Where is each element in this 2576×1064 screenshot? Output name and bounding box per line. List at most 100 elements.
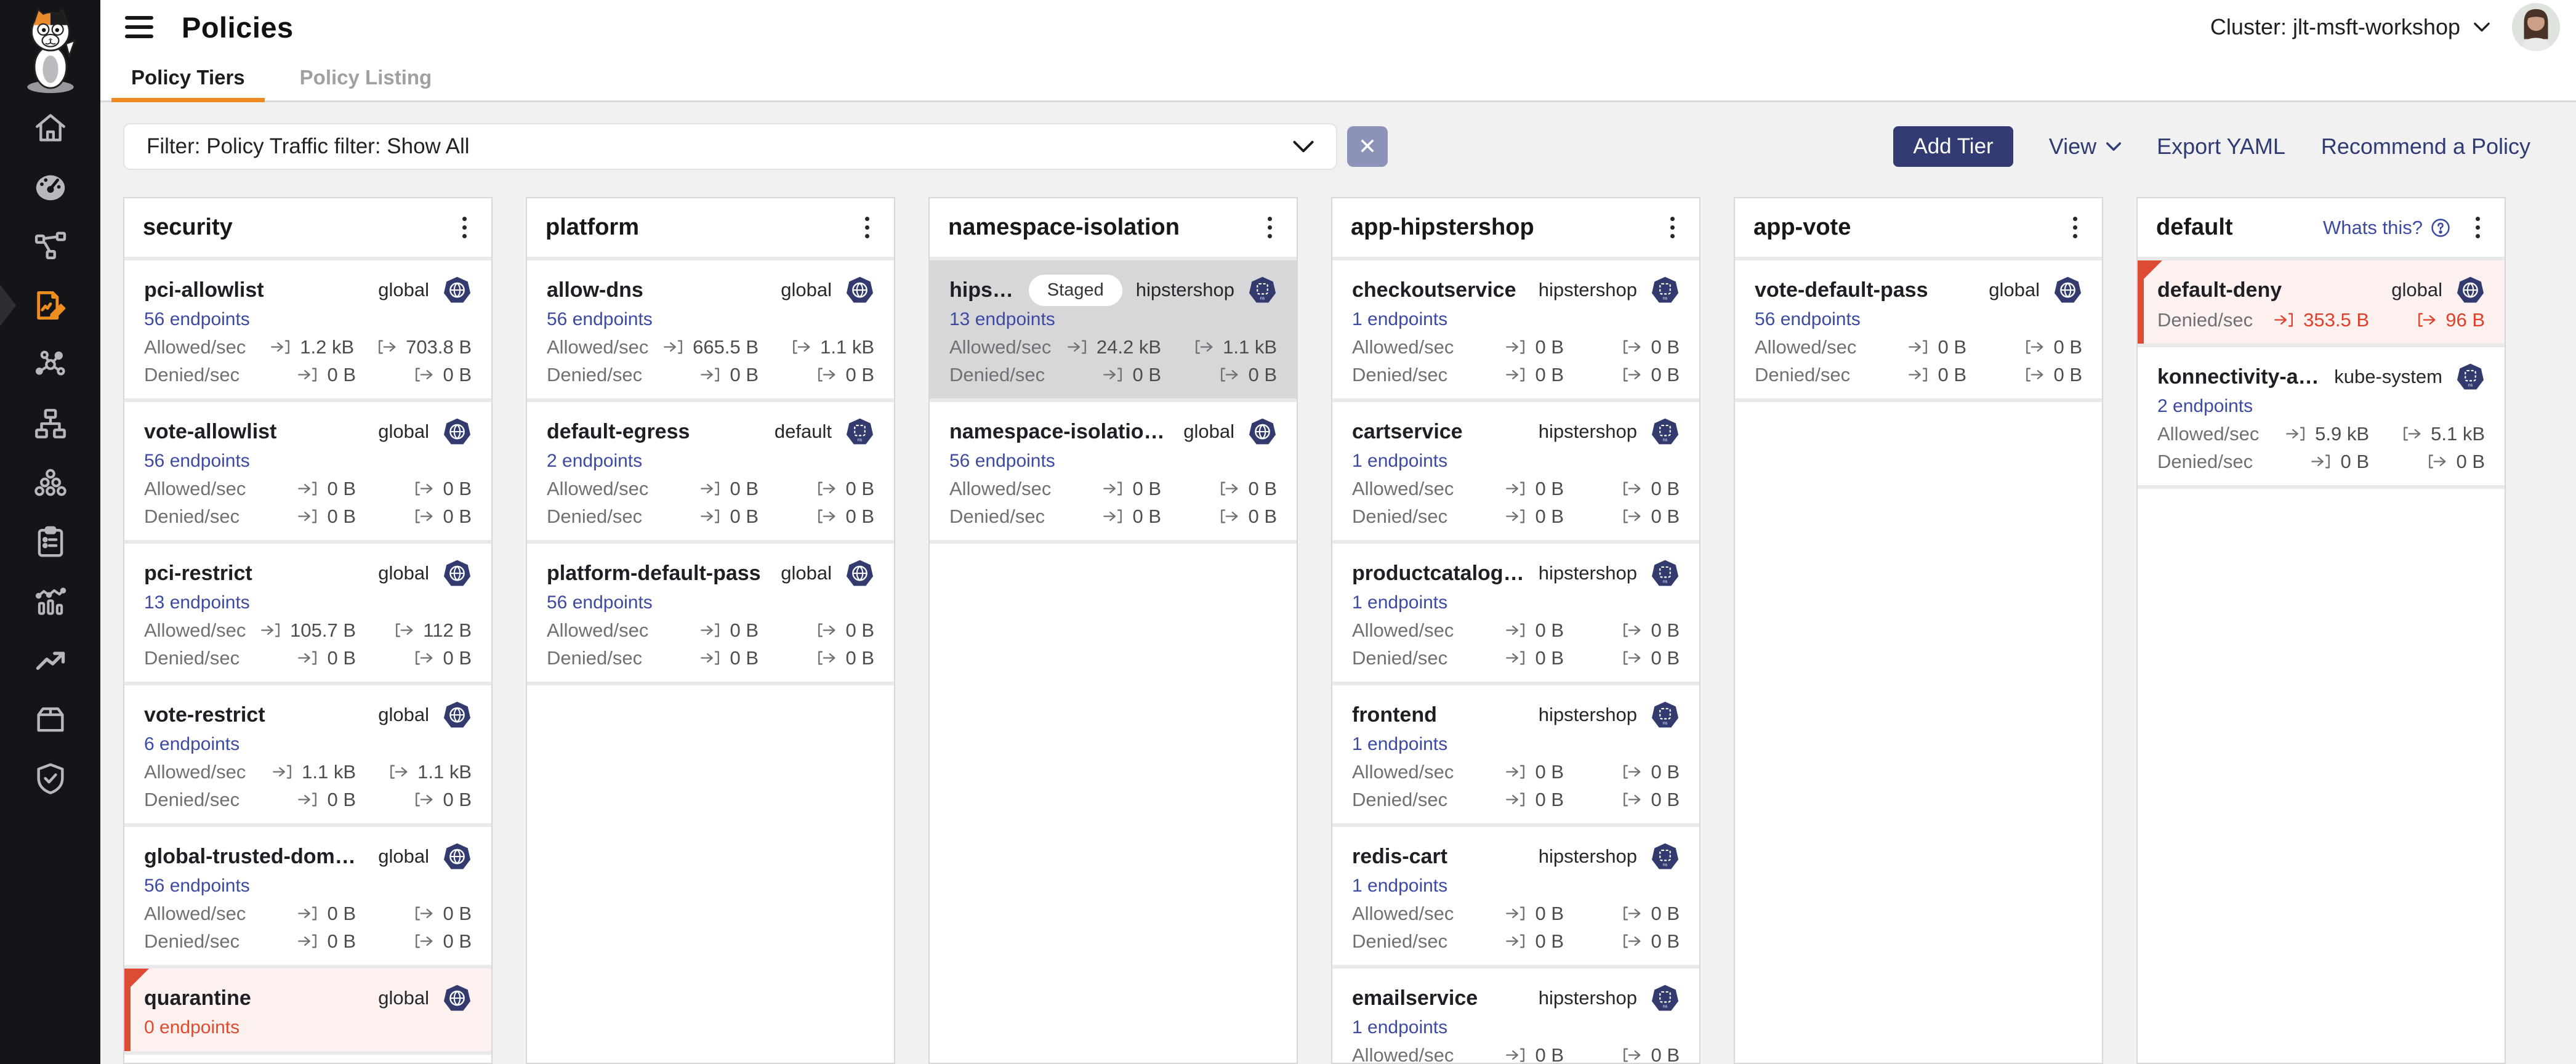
image-assurance-icon[interactable] [0, 690, 100, 749]
endpoints-link[interactable]: 0 endpoints [144, 1014, 472, 1041]
toolbar: Filter: Policy Traffic filter: Show All … [123, 123, 2576, 170]
endpoints-link[interactable]: 1 endpoints [1352, 448, 1680, 475]
namespace-icon: ns [1248, 276, 1277, 305]
statistics-icon[interactable] [0, 571, 100, 631]
endpoints-link[interactable]: 56 endpoints [949, 448, 1277, 475]
policy-scope: global [378, 704, 429, 726]
tab-policy-tiers[interactable]: Policy Tiers [111, 54, 265, 100]
endpoints-link[interactable]: 56 endpoints [547, 589, 874, 616]
endpoints-link[interactable]: 1 endpoints [1352, 1014, 1680, 1041]
home-icon[interactable] [0, 99, 100, 158]
policy-card[interactable]: vote-allowlist Staged global ns 56 endpo… [124, 402, 491, 540]
endpoints-link[interactable]: 6 endpoints [144, 731, 472, 758]
denied-egress-value: 0 B [443, 789, 472, 811]
policy-card[interactable]: quarantine Staged global ns 0 endpoints … [124, 969, 491, 1051]
endpoints-link[interactable]: 1 endpoints [1352, 731, 1680, 758]
view-dropdown[interactable]: View [2049, 134, 2121, 159]
endpoints-link[interactable]: 1 endpoints [1352, 589, 1680, 616]
policy-card[interactable]: productcatalogservice Staged hipstershop… [1332, 544, 1699, 682]
policy-name: vote-restrict [144, 703, 265, 727]
endpoints-link[interactable]: 56 endpoints [1755, 306, 2082, 333]
endpoints-link[interactable]: 1 endpoints [1352, 873, 1680, 900]
policy-filter-dropdown[interactable]: Filter: Policy Traffic filter: Show All [123, 123, 1337, 170]
policy-card[interactable]: vote-default-pass Staged global ns 56 en… [1735, 260, 2102, 398]
endpoints-link[interactable]: 56 endpoints [144, 873, 472, 900]
endpoints-link[interactable]: 2 endpoints [547, 448, 874, 475]
egress-icon [1621, 366, 1643, 384]
cluster-selector[interactable]: Cluster: jlt-msft-workshop [2210, 14, 2490, 40]
policy-card[interactable]: emailservice Staged hipstershop ns 1 end… [1332, 969, 1699, 1064]
endpoints-link[interactable]: 56 endpoints [547, 306, 874, 333]
allowed-egress-value: 0 B [443, 903, 472, 925]
tier-kebab-menu-icon[interactable] [1664, 213, 1681, 242]
export-yaml-button[interactable]: Export YAML [2157, 134, 2285, 159]
egress-icon [1621, 338, 1643, 356]
endpoints-link[interactable]: 56 endpoints [144, 448, 472, 475]
tier-kebab-menu-icon[interactable] [1262, 213, 1278, 242]
whats-this-link[interactable]: Whats this? [2323, 217, 2451, 239]
tier-empty-area [930, 544, 1297, 1063]
globe-icon [443, 417, 472, 446]
clear-filter-button[interactable]: ✕ [1347, 126, 1388, 167]
globe-icon [443, 701, 472, 730]
policy-name: frontend [1352, 703, 1437, 727]
page-title: Policies [182, 10, 294, 44]
policy-card[interactable]: platform-default-pass Staged global ns 5… [527, 544, 894, 682]
allowed-egress-value: 0 B [2053, 336, 2082, 358]
allowed-row: Allowed/sec 0 B 0 B [1755, 333, 2082, 361]
policy-card[interactable]: namespace-isolation-default-p… Staged gl… [930, 402, 1297, 540]
endpoints-link[interactable]: 2 endpoints [2157, 393, 2485, 420]
policy-card[interactable]: frontend Staged hipstershop ns 1 endpoin… [1332, 685, 1699, 823]
denied-label: Denied/sec [144, 647, 239, 669]
add-tier-button[interactable]: Add Tier [1893, 126, 2013, 167]
denied-row: Denied/sec 0 B 0 B [547, 502, 874, 530]
network-sets-icon[interactable] [0, 394, 100, 453]
ingress-icon [1505, 932, 1527, 950]
policy-filter-value: Filter: Policy Traffic filter: Show All [147, 134, 470, 159]
allowed-label: Allowed/sec [144, 903, 246, 925]
hamburger-menu-icon[interactable] [125, 16, 153, 38]
policies-icon[interactable] [0, 276, 100, 335]
allowed-row: Allowed/sec 0 B 0 B [547, 616, 874, 644]
policy-card[interactable]: pci-restrict Staged global ns 13 endpoin… [124, 544, 491, 682]
service-graph-icon[interactable] [0, 217, 100, 276]
ingress-icon [1505, 621, 1527, 639]
tier-kebab-menu-icon[interactable] [2469, 213, 2486, 242]
policy-card[interactable]: default-deny Staged global ns Allowed/se… [2138, 260, 2505, 344]
tier-kebab-menu-icon[interactable] [859, 213, 875, 242]
policy-card[interactable]: redis-cart Staged hipstershop ns 1 endpo… [1332, 827, 1699, 965]
staged-badge: Staged [1029, 275, 1122, 306]
dashboard-icon[interactable] [0, 158, 100, 217]
policy-card[interactable]: pci-allowlist Staged global ns 56 endpoi… [124, 260, 491, 398]
tab-policy-listing[interactable]: Policy Listing [280, 54, 452, 100]
policy-card[interactable]: security-default-pass Staged global ns A… [124, 1055, 491, 1064]
user-avatar[interactable] [2512, 3, 2560, 51]
egress-icon [1621, 507, 1643, 525]
allowed-egress-value: 112 B [423, 619, 472, 642]
tier-kebab-menu-icon[interactable] [2067, 213, 2083, 242]
policy-card[interactable]: global-trusted-domains Staged global ns … [124, 827, 491, 965]
policy-card[interactable]: konnectivity-agent Staged kube-system ns… [2138, 347, 2505, 485]
egress-icon [816, 366, 837, 384]
chevron-down-icon [2474, 22, 2490, 33]
denied-egress-value: 96 B [2445, 309, 2485, 331]
endpoints-link[interactable]: 13 endpoints [144, 589, 472, 616]
recommend-policy-button[interactable]: Recommend a Policy [2321, 134, 2530, 159]
compliance-icon[interactable] [0, 512, 100, 571]
clusters-icon[interactable] [0, 453, 100, 512]
endpoints-link[interactable]: 56 endpoints [144, 306, 472, 333]
endpoints-link[interactable]: 13 endpoints [949, 306, 1277, 333]
endpoints-link[interactable]: 1 endpoints [1352, 306, 1680, 333]
tier-kebab-menu-icon[interactable] [456, 213, 473, 242]
policy-card[interactable]: hipstershop-gh… Staged hipstershop ns 13… [930, 260, 1297, 398]
endpoints-icon[interactable] [0, 335, 100, 394]
policy-card[interactable]: default-egress Staged default ns 2 endpo… [527, 402, 894, 540]
tier-empty-area [1735, 402, 2102, 1063]
policy-card[interactable]: cartservice Staged hipstershop ns 1 endp… [1332, 402, 1699, 540]
denied-row: Denied/sec 353.5 B 96 B [2157, 306, 2485, 334]
policy-card[interactable]: checkoutservice Staged hipstershop ns 1 … [1332, 260, 1699, 398]
policy-card[interactable]: vote-restrict Staged global ns 6 endpoin… [124, 685, 491, 823]
threat-defense-icon[interactable] [0, 749, 100, 808]
timeline-icon[interactable] [0, 631, 100, 690]
policy-card[interactable]: allow-dns Staged global ns 56 endpoints … [527, 260, 894, 398]
